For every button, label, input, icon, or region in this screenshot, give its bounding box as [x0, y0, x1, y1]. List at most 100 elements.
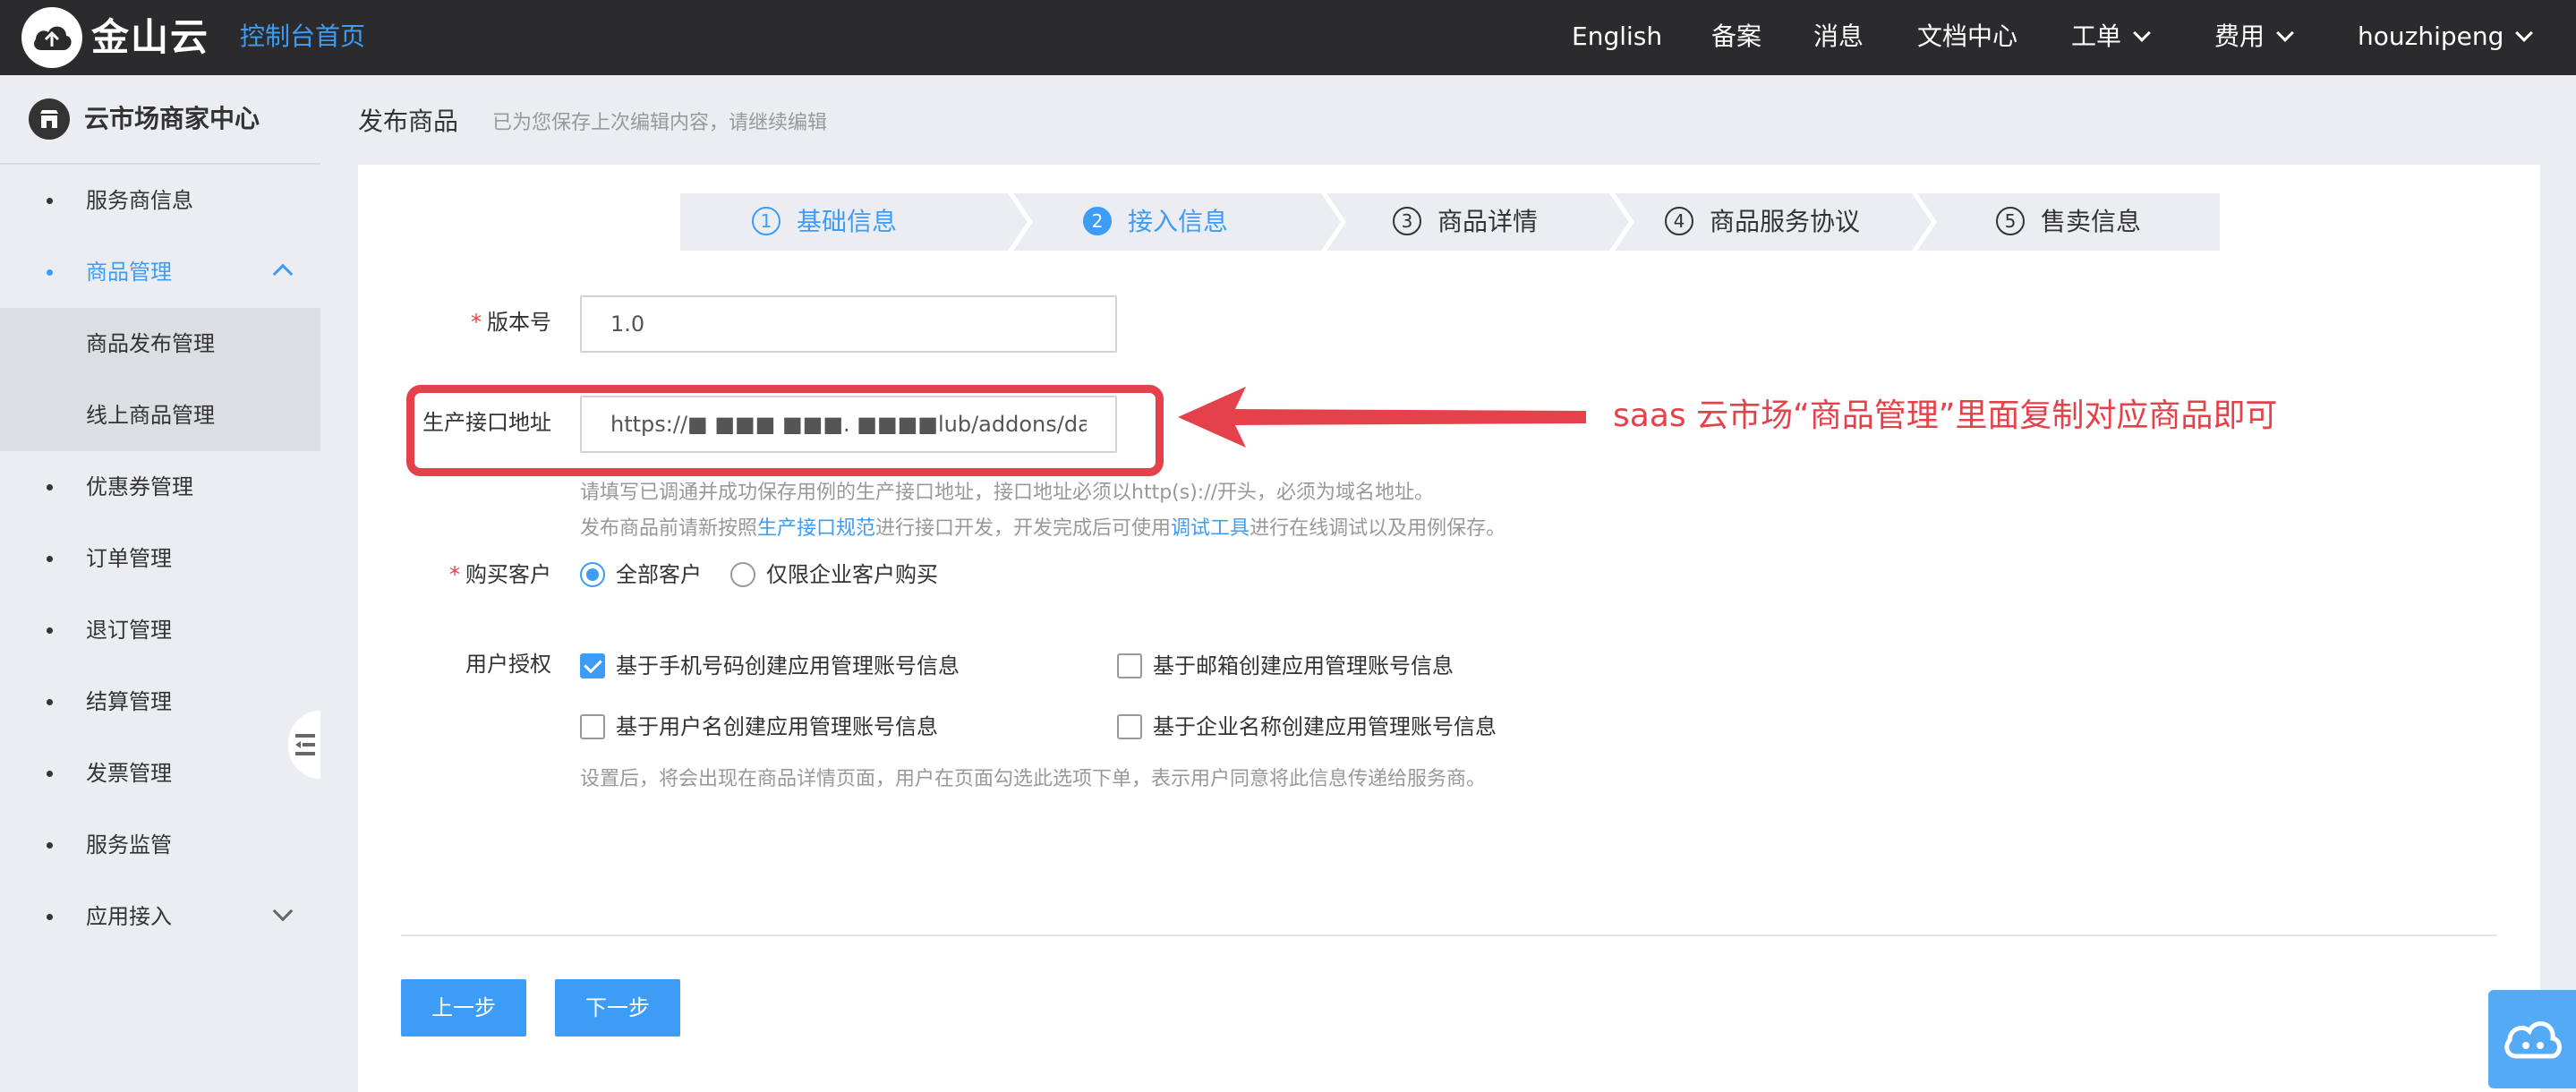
help-text: 进行在线调试以及用例保存。: [1250, 517, 1506, 540]
prev-step-button[interactable]: 上一步: [401, 979, 526, 1037]
top-bar: 金山云 控制台首页 English 备案 消息 文档中心 工单 费用 houzh…: [0, 0, 2576, 75]
sidebar-item-label: 结算管理: [86, 689, 172, 714]
step-basic-info[interactable]: 1 基础信息: [680, 193, 1033, 251]
sidebar-item-label: 应用接入: [86, 904, 172, 929]
sidebar-item-invoices[interactable]: 发票管理: [0, 738, 320, 809]
required-mark: *: [471, 310, 482, 335]
help-text: 进行接口开发，开发完成后可使用: [875, 517, 1172, 540]
sidebar-item-label: 服务商信息: [86, 188, 193, 213]
nav-billing[interactable]: 费用: [2214, 16, 2294, 57]
radio-all-customers[interactable]: [580, 562, 605, 587]
sidebar-item-product-management[interactable]: 商品管理: [0, 236, 320, 308]
checkbox-company-account-label[interactable]: 基于企业名称创建应用管理账号信息: [1153, 711, 1497, 743]
brand-name[interactable]: 金山云: [91, 13, 209, 63]
customer-service-icon: [2504, 1021, 2562, 1059]
sidebar-item-label: 退订管理: [86, 618, 172, 643]
step-number: 4: [1665, 207, 1693, 235]
sidebar-item-label: 商品发布管理: [86, 331, 215, 356]
console-home-link[interactable]: 控制台首页: [240, 16, 365, 57]
sidebar-subitem-publish-management[interactable]: 商品发布管理: [0, 308, 320, 380]
step-service-agreement[interactable]: 4 商品服务协议: [1615, 193, 1937, 251]
step-access-info[interactable]: 2 接入信息: [1013, 193, 1346, 251]
collapse-menu-icon: [295, 734, 315, 755]
bullet-icon: [47, 556, 53, 562]
checkbox-username-account[interactable]: [580, 714, 605, 739]
nav-tickets-label: 工单: [2071, 21, 2122, 51]
bullet-icon: [47, 914, 53, 920]
step-label: 基础信息: [797, 207, 898, 236]
annotation-text: saas 云市场“商品管理”里面复制对应商品即可: [1613, 397, 2278, 434]
sidebar-title: 云市场商家中心: [84, 104, 260, 133]
sidebar-item-provider-info[interactable]: 服务商信息: [0, 165, 320, 236]
sidebar-item-coupons[interactable]: 优惠券管理: [0, 451, 320, 523]
nav-messages[interactable]: 消息: [1813, 16, 1864, 57]
chevron-up-icon: [272, 263, 294, 285]
cloud-logo-icon[interactable]: [21, 7, 82, 68]
step-number: 1: [752, 207, 780, 235]
help-text: 发布商品前请新按照: [580, 517, 758, 540]
nav-docs[interactable]: 文档中心: [1917, 16, 2017, 57]
checkbox-email-account-label[interactable]: 基于邮箱创建应用管理账号信息: [1153, 650, 1454, 682]
page-title: 发布商品: [358, 107, 459, 136]
sidebar-item-service-supervision[interactable]: 服务监管: [0, 809, 320, 881]
steps-bar: 1 基础信息 2 接入信息 3 商品详情 4 商品服务协议 5 售卖信息: [680, 193, 2220, 251]
sidebar-item-app-integration[interactable]: 应用接入: [0, 881, 320, 952]
nav-billing-label: 费用: [2214, 21, 2265, 51]
buyers-label-text: 购买客户: [465, 562, 551, 587]
divider: [401, 934, 2497, 936]
step-sales-info[interactable]: 5 售卖信息: [1917, 193, 2220, 251]
annotation-arrow-icon: [1178, 387, 1586, 448]
username: houzhipeng: [2358, 21, 2504, 51]
sidebar-item-label: 线上商品管理: [86, 403, 215, 428]
page-header: 发布商品 已为您保存上次编辑内容，请继续编辑: [358, 75, 2540, 165]
endpoint-help-text: 请填写已调通并成功保存用例的生产接口地址，接口地址必须以http(s)://开头…: [580, 482, 1435, 504]
bullet-icon: [47, 771, 53, 777]
step-number: 3: [1393, 207, 1421, 235]
user-menu[interactable]: houzhipeng: [2358, 16, 2534, 57]
chevron-down-icon: [2133, 24, 2151, 42]
step-separator: [1008, 193, 1028, 251]
version-label-text: 版本号: [487, 310, 551, 335]
debug-tool-link[interactable]: 调试工具: [1171, 517, 1250, 540]
endpoint-help-links: 发布商品前请新按照生产接口规范进行接口开发，开发完成后可使用调试工具进行在线调试…: [580, 512, 1506, 546]
page-hint: 已为您保存上次编辑内容，请继续编辑: [492, 112, 828, 134]
store-icon: [29, 98, 70, 140]
sidebar-item-label: 服务监管: [86, 832, 172, 857]
customer-service-widget[interactable]: [2488, 990, 2576, 1088]
form-panel: 1基础信息 2接入信息 3商品详情 4商品服务协议 5售卖信息 *版本号 生产接…: [358, 165, 2540, 1092]
step-product-details[interactable]: 3 商品详情: [1326, 193, 1634, 251]
nav-filing[interactable]: 备案: [1711, 16, 1761, 57]
step-number: 2: [1083, 207, 1112, 235]
auth-label: 用户授权: [465, 652, 551, 677]
sidebar-item-refunds[interactable]: 退订管理: [0, 594, 320, 666]
checkbox-phone-account[interactable]: [580, 653, 605, 678]
radio-enterprise-only-label[interactable]: 仅限企业客户购买: [766, 559, 938, 591]
step-separator: [1912, 193, 1932, 251]
step-separator: [1609, 193, 1629, 251]
version-label: * 版本号: [465, 306, 551, 338]
radio-enterprise-only[interactable]: [730, 562, 755, 587]
checkbox-email-account[interactable]: [1117, 653, 1142, 678]
annotation-highlight-box: [406, 385, 1164, 476]
bullet-icon: [47, 699, 53, 705]
next-step-button[interactable]: 下一步: [555, 979, 680, 1037]
nav-english[interactable]: English: [1572, 16, 1662, 57]
version-input[interactable]: [580, 295, 1117, 353]
bullet-icon: [47, 269, 53, 276]
checkbox-username-account-label[interactable]: 基于用户名创建应用管理账号信息: [616, 711, 938, 743]
checkbox-phone-account-label[interactable]: 基于手机号码创建应用管理账号信息: [616, 650, 960, 682]
sidebar-item-settlement[interactable]: 结算管理: [0, 666, 320, 738]
chevron-down-icon: [2515, 24, 2534, 42]
nav-tickets[interactable]: 工单: [2071, 16, 2151, 57]
radio-all-customers-label[interactable]: 全部客户: [616, 559, 702, 591]
sidebar-item-orders[interactable]: 订单管理: [0, 523, 320, 594]
step-number: 5: [1996, 207, 2025, 235]
buyers-label: * 购买客户: [430, 559, 551, 591]
api-spec-link[interactable]: 生产接口规范: [757, 517, 875, 540]
step-label: 商品详情: [1437, 207, 1539, 236]
step-label: 售卖信息: [2041, 207, 2142, 236]
bullet-icon: [47, 484, 53, 491]
required-mark: *: [449, 562, 460, 587]
checkbox-company-account[interactable]: [1117, 714, 1142, 739]
sidebar-subitem-online-products[interactable]: 线上商品管理: [0, 380, 320, 451]
